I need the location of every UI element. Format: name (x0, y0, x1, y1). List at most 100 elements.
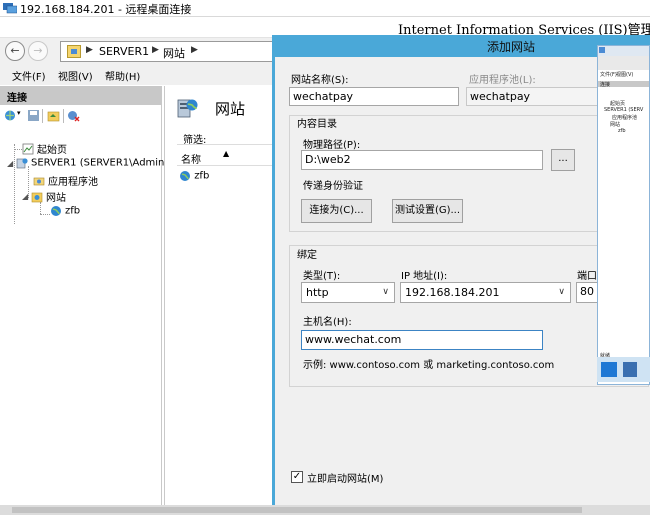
type-label: 类型(T): (303, 271, 341, 282)
start-site-checkbox[interactable]: ✓ (291, 471, 303, 483)
chevron-right-icon: ▶ (152, 45, 159, 55)
iis-title-bar: Internet Information Services (IIS)管理器 (0, 17, 650, 38)
server-icon (599, 47, 605, 53)
test-settings-button[interactable]: 测试设置(G)... (392, 199, 463, 223)
physical-path-label: 物理路径(P): (303, 140, 361, 151)
thumbnail-tree-item: SERVER1 (SERV (604, 107, 644, 113)
tree-line (14, 144, 15, 224)
chevron-right-icon: ▶ (191, 45, 198, 55)
menu-file[interactable]: 文件(F) (12, 68, 46, 83)
type-select[interactable]: http ∨ (301, 282, 395, 303)
filter-divider (177, 144, 277, 145)
thumbnail-menu-view: 视图(V) (616, 72, 634, 78)
disconnect-icon[interactable] (67, 109, 80, 122)
thumbnail-conn-title: 连接 (600, 82, 611, 88)
rdp-title: 192.168.184.201 - 远程桌面连接 (20, 3, 192, 16)
tree-item-label: 起始页 (37, 145, 67, 156)
chevron-down-icon: ∨ (558, 287, 565, 297)
address-bar[interactable]: ▶ SERVER1 ▶ 网站 ▶ (60, 41, 275, 62)
tree-item-server[interactable]: ◢ SERVER1 (SERVER1\Admin (7, 157, 164, 173)
hostname-label: 主机名(H): (303, 317, 352, 328)
ip-address-value: 192.168.184.201 (405, 286, 500, 299)
site-name: zfb (194, 170, 210, 182)
chevron-down-icon: ∨ (382, 287, 389, 297)
site-name-label: 网站名称(S): (291, 75, 349, 86)
start-page-icon (22, 143, 34, 154)
hostname-input[interactable]: www.wechat.com (301, 330, 543, 350)
start-site-label: 立即启动网站(M) (307, 474, 384, 485)
server-manager-icon (623, 362, 637, 377)
browse-button[interactable]: ... (551, 149, 575, 171)
scrollbar-thumb[interactable] (12, 507, 582, 513)
dialog-title: 添加网站 (487, 40, 536, 54)
pass-auth-label: 传递身份验证 (303, 181, 363, 192)
rdp-title-bar: 192.168.184.201 - 远程桌面连接 (0, 0, 650, 17)
type-value: http (306, 286, 329, 299)
tree-item-app-pools[interactable]: 应用程序池 (33, 173, 98, 189)
ip-address-label: IP 地址(I): (401, 271, 448, 282)
tree-item-label: 网站 (46, 193, 66, 204)
expand-triangle-icon[interactable]: ◢ (22, 192, 31, 201)
physical-path-input[interactable]: D:\web2 (301, 150, 543, 170)
thumbnail-address-row (598, 56, 649, 70)
tree-item-sites[interactable]: ◢ 网站 (22, 189, 66, 205)
thumbnail-menu-file: 文件(F) (600, 72, 617, 78)
connections-header: 连接 (0, 86, 162, 105)
forward-button[interactable]: → (28, 41, 48, 61)
breadcrumb-server[interactable]: SERVER1 (99, 45, 149, 58)
hostname-example: 示例: www.contoso.com 或 marketing.contoso.… (303, 360, 555, 371)
thumbnail-tree-item: 起始页 (610, 101, 626, 107)
thumbnail-title-bar (598, 46, 649, 56)
column-header-name[interactable]: 名称 ▲ (177, 149, 277, 166)
page-title: 网站 (215, 100, 246, 118)
tree-line (40, 214, 50, 215)
connect-globe-icon[interactable] (4, 109, 17, 122)
thumbnail-tree-item: 应用程序池 (612, 115, 638, 121)
chevron-down-icon[interactable]: ▾ (17, 109, 21, 117)
tree-item-label: 应用程序池 (48, 177, 98, 188)
column-header-label: 名称 (181, 155, 201, 166)
arrow-left-icon: ← (10, 44, 20, 57)
connections-panel: 连接 ▾ 起始页 ◢ SERVER1 (SERVER1\Admin 应用程序池 ◢… (0, 86, 164, 515)
globe-icon (51, 206, 61, 216)
windows-start-icon (601, 362, 617, 377)
site-folder-icon (67, 45, 81, 58)
server-icon (16, 158, 28, 169)
arrow-right-icon: → (33, 44, 43, 57)
dialog-title-bar: 添加网站 (275, 35, 650, 57)
tree-item-label: zfb (65, 205, 81, 217)
tree-item-start-page[interactable]: 起始页 (22, 141, 67, 157)
thumbnail-tree-item: zfb (618, 128, 626, 134)
toolbar-divider (63, 109, 64, 123)
add-site-dialog: 添加网站 网站名称(S): 应用程序池(L): wechatpay wechat… (272, 35, 650, 515)
tree-item-label: SERVER1 (SERVER1\Admin (31, 157, 165, 169)
expand-triangle-icon[interactable]: ◢ (7, 159, 16, 168)
thumbnail-preview[interactable]: 文件(F) 视图(V) 连接 起始页 SERVER1 (SERV 应用程序池 网… (597, 45, 650, 385)
binding-label: 绑定 (297, 250, 317, 261)
connect-as-button[interactable]: 连接为(C)... (301, 199, 372, 223)
folder-up-icon[interactable] (47, 109, 60, 122)
tree-line (14, 149, 22, 150)
breadcrumb-sites[interactable]: 网站 (163, 45, 185, 61)
checkmark-icon: ✓ (292, 471, 302, 482)
thumbnail-taskbar (597, 357, 650, 382)
sites-panel: 网站 筛选: 名称 ▲ zfb (164, 86, 277, 515)
site-name-input[interactable]: wechatpay (289, 87, 459, 106)
globe-icon (180, 171, 190, 181)
remote-desktop-icon (3, 3, 17, 14)
save-icon[interactable] (27, 109, 40, 122)
connections-toolbar: ▾ (0, 106, 162, 126)
ip-address-select[interactable]: 192.168.184.201 ∨ (400, 282, 571, 303)
connections-title: 连接 (7, 93, 27, 104)
sort-up-icon: ▲ (223, 149, 230, 158)
sites-folder-icon (31, 192, 43, 202)
menu-help[interactable]: 帮助(H) (105, 68, 140, 83)
sites-server-icon (177, 99, 198, 118)
menu-view[interactable]: 视图(V) (58, 68, 93, 83)
back-button[interactable]: ← (5, 41, 25, 61)
toolbar-divider (42, 109, 43, 123)
list-item[interactable]: zfb (179, 170, 209, 186)
tree-item-site-zfb[interactable]: zfb (50, 205, 80, 221)
horizontal-scrollbar[interactable] (0, 505, 650, 515)
chevron-right-icon: ▶ (86, 45, 93, 55)
